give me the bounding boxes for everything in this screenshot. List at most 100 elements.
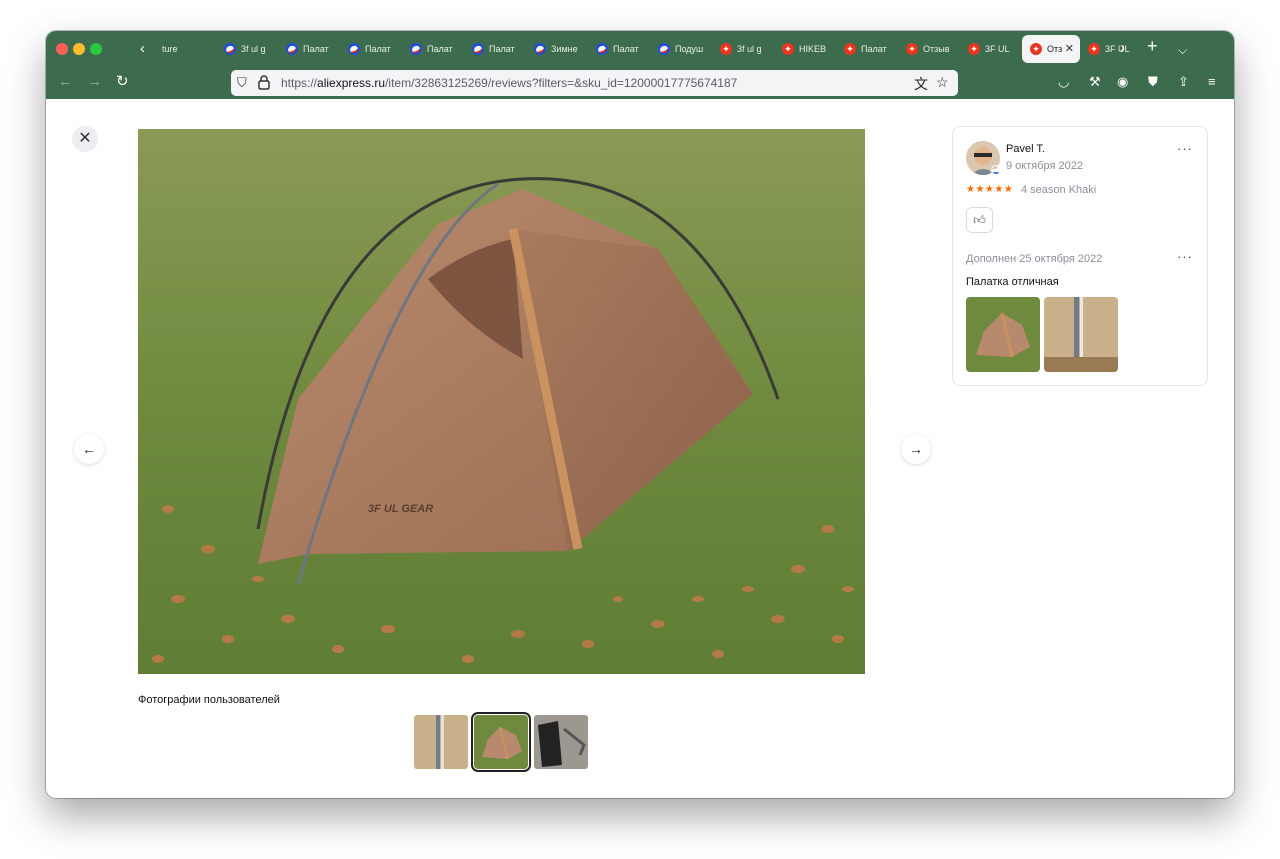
tab-title: Подуш bbox=[675, 44, 704, 54]
close-icon[interactable]: ✕ bbox=[1065, 42, 1074, 55]
back-arrow-icon[interactable]: ← bbox=[58, 73, 73, 91]
aliexpress-icon: ✦ bbox=[1088, 43, 1100, 55]
tab[interactable]: Палат bbox=[588, 35, 650, 63]
photo-thumbnail[interactable] bbox=[414, 715, 468, 769]
review-addition-date: Дополнен 25 октября 2022 bbox=[966, 253, 1103, 265]
bookmark-star-icon[interactable]: ☆ bbox=[936, 74, 949, 91]
product-variant: 4 season Khaki bbox=[1021, 184, 1097, 196]
aliexpress-icon: ✦ bbox=[720, 43, 732, 55]
tab-title: Отзыв bbox=[923, 44, 950, 54]
photo-thumbnail[interactable] bbox=[534, 715, 588, 769]
url-text[interactable]: https://aliexpress.ru/item/32863125269/r… bbox=[281, 76, 737, 90]
brand-icon bbox=[658, 43, 670, 55]
chevron-down-icon[interactable]: ⌵ bbox=[1178, 41, 1187, 59]
like-button[interactable]: 👍︎ bbox=[966, 207, 993, 233]
tent-photo: 3F UL GEAR bbox=[138, 129, 865, 674]
review-photo-thumbnail[interactable] bbox=[966, 297, 1040, 372]
tab[interactable]: ✦ Отзыв bbox=[898, 35, 960, 63]
aliexpress-icon: ✦ bbox=[844, 43, 856, 55]
previous-photo-button[interactable]: ← bbox=[74, 434, 104, 464]
review-photo-viewer: ✕ 3F UL GEAR ← → Фотографии пользователе… bbox=[46, 99, 1234, 798]
tab[interactable]: ✦ Палат bbox=[836, 35, 898, 63]
aliexpress-icon: ✦ bbox=[906, 43, 918, 55]
arrow-right-icon: → bbox=[909, 441, 923, 457]
main-review-photo: 3F UL GEAR bbox=[138, 129, 865, 674]
tab-title: Палат bbox=[427, 44, 453, 54]
brand-icon bbox=[410, 43, 422, 55]
tab[interactable]: Палат bbox=[402, 35, 464, 63]
tab[interactable]: 3f ul g bbox=[216, 35, 278, 63]
aliexpress-icon: ✦ bbox=[968, 43, 980, 55]
review-date: 9 октября 2022 bbox=[1006, 160, 1083, 172]
pocket-icon[interactable]: ◡ bbox=[1058, 74, 1069, 90]
tab-title: Палат bbox=[303, 44, 329, 54]
minimize-window-button[interactable] bbox=[73, 43, 85, 55]
brand-icon bbox=[534, 43, 546, 55]
translate-icon[interactable]: 文 bbox=[914, 74, 928, 94]
tab[interactable]: ✦ 3F UL bbox=[960, 35, 1022, 63]
more-options-icon[interactable]: ··· bbox=[1177, 249, 1193, 264]
tab-bar: ‹ ture 3f ul g Палат Палат Палат Палат З… bbox=[46, 31, 1234, 67]
tab-title: Палат bbox=[365, 44, 391, 54]
reload-icon[interactable]: ↻ bbox=[116, 73, 129, 91]
url-domain: aliexpress.ru bbox=[317, 76, 386, 90]
brand-icon bbox=[348, 43, 360, 55]
chevron-right-icon[interactable]: › bbox=[1120, 39, 1125, 57]
tab[interactable]: Зимне bbox=[526, 35, 588, 63]
menu-icon[interactable]: ≡ bbox=[1208, 74, 1216, 90]
more-options-icon[interactable]: ··· bbox=[1177, 141, 1193, 156]
arrow-left-icon: ← bbox=[82, 441, 96, 457]
ublock-shield-icon[interactable]: ⛊ bbox=[1148, 74, 1158, 90]
chevron-left-icon[interactable]: ‹ bbox=[140, 40, 145, 58]
next-photo-button[interactable]: → bbox=[901, 434, 931, 464]
share-icon[interactable]: ⇪ bbox=[1178, 74, 1189, 90]
tab[interactable]: ture bbox=[154, 35, 216, 63]
url-scheme: https:// bbox=[281, 76, 318, 90]
photo-thumbnail-selected[interactable] bbox=[471, 712, 531, 772]
address-bar[interactable]: ⛉ https://aliexpress.ru/item/32863125269… bbox=[231, 70, 958, 96]
brand-icon bbox=[596, 43, 608, 55]
tab[interactable]: ✦ 3f ul g bbox=[712, 35, 774, 63]
review-photo-thumbnail[interactable] bbox=[1044, 297, 1118, 372]
close-icon: ✕ bbox=[78, 130, 92, 147]
tab-list: ture 3f ul g Палат Палат Палат Палат Зим… bbox=[154, 35, 1142, 63]
shield-icon[interactable]: ⛉ bbox=[237, 75, 247, 91]
tab-active[interactable]: ✦ Отз ✕ bbox=[1022, 35, 1080, 63]
tab-title: Палат bbox=[489, 44, 515, 54]
tab-title: ture bbox=[162, 44, 178, 54]
brand-icon bbox=[224, 43, 236, 55]
account-icon[interactable]: ◉ bbox=[1117, 74, 1128, 90]
forward-arrow-icon[interactable]: → bbox=[87, 73, 102, 91]
wrench-icon[interactable]: ⚒ bbox=[1089, 74, 1101, 90]
tab-title: 3f ul g bbox=[737, 44, 762, 54]
russia-flag-icon bbox=[991, 165, 1001, 175]
rating-stars: ★★★★★ bbox=[966, 184, 1014, 195]
tab[interactable]: Палат bbox=[464, 35, 526, 63]
tab-title: Палат bbox=[861, 44, 887, 54]
aliexpress-icon: ✦ bbox=[782, 43, 794, 55]
tab[interactable]: ✦ HIKEB bbox=[774, 35, 836, 63]
navigation-toolbar: ← → ↻ ⛉ https://aliexpress.ru/item/32863… bbox=[46, 67, 1234, 99]
tab[interactable]: Палат bbox=[278, 35, 340, 63]
thumbs-up-icon: 👍︎ bbox=[973, 213, 986, 227]
url-path: /item/32863125269/reviews?filters=&sku_i… bbox=[385, 76, 738, 90]
close-window-button[interactable] bbox=[56, 43, 68, 55]
new-tab-icon[interactable]: + bbox=[1147, 37, 1158, 55]
tab[interactable]: Подуш bbox=[650, 35, 712, 63]
brand-icon bbox=[472, 43, 484, 55]
tab-title: 3f ul g bbox=[241, 44, 266, 54]
review-card: Pavel T. 9 октября 2022 ··· ★★★★★ 4 seas… bbox=[952, 126, 1208, 386]
close-viewer-button[interactable]: ✕ bbox=[72, 126, 98, 152]
tab-title: Зимне bbox=[551, 44, 578, 54]
tab[interactable]: ✦ 3F UL bbox=[1080, 35, 1142, 63]
user-photos-caption: Фотографии пользователей bbox=[138, 694, 280, 706]
maximize-window-button[interactable] bbox=[90, 43, 102, 55]
brand-icon bbox=[286, 43, 298, 55]
tab-title: HIKEB bbox=[799, 44, 827, 54]
browser-window: ‹ ture 3f ul g Палат Палат Палат Палат З… bbox=[46, 31, 1234, 798]
aliexpress-icon: ✦ bbox=[1030, 43, 1042, 55]
tab[interactable]: Палат bbox=[340, 35, 402, 63]
lock-icon[interactable] bbox=[257, 74, 271, 91]
reviewer-name[interactable]: Pavel T. bbox=[1006, 143, 1045, 155]
photo-thumbnail-strip bbox=[414, 712, 588, 772]
